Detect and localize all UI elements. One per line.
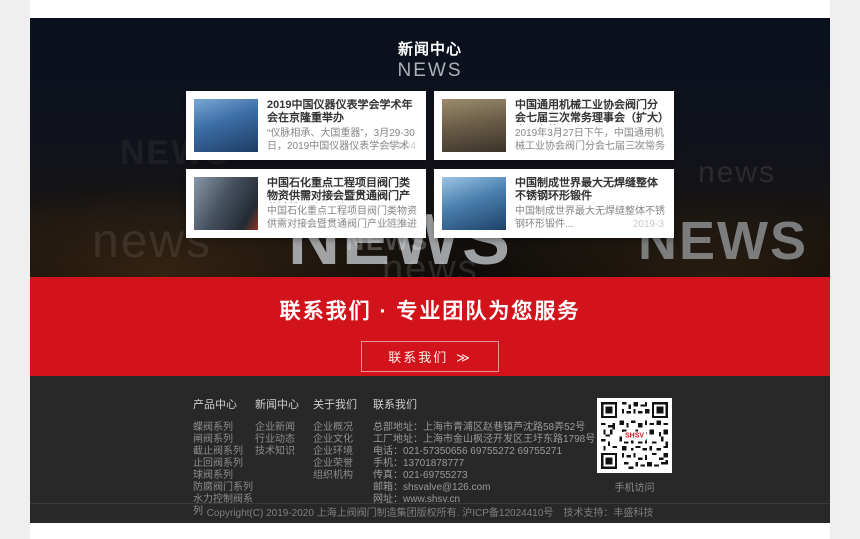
news-date: 2019-3 [385,219,416,230]
news-card-text: 2019中国仪器仪表学会学术年会在京隆重举办 “仪脉相承、大国重器”，3月29-… [267,99,418,152]
page-wrapper: news NEWS NEWS NEWS news news NEWS 新闻中心 … [30,0,830,539]
news-title: 中国通用机械工业协会阀门分会七届三次常务理事会（扩大）会议在杭州召开 [515,99,666,125]
section-header: 新闻中心 NEWS [30,18,830,82]
news-watermark: news [698,158,776,188]
news-watermark: news [382,250,479,277]
footer-column-products: 产品中心 蝶阀系列 闸阀系列 截止阀系列 止回阀系列 球阀系列 防腐阀门系列 水… [193,396,255,518]
news-date: 2019-4 [633,141,664,152]
footer-column-title: 联系我们 [373,396,595,412]
news-card-text: 中国通用机械工业协会阀门分会七届三次常务理事会（扩大）会议在杭州召开 2019年… [515,99,666,152]
news-thumbnail [194,99,258,152]
news-card-text: 中国制成世界最大无焊缝整体不锈钢环形锻件 中国制成世界最大无焊缝整体不锈钢环形锻… [515,177,666,230]
contact-line-phone: 电话：021-57350656 69755272 69755271 [373,446,595,458]
news-card[interactable]: 中国通用机械工业协会阀门分会七届三次常务理事会（扩大）会议在杭州召开 2019年… [434,91,674,160]
contact-line-fax: 传真：021-69755273 [373,470,595,482]
footer-link[interactable]: 行业动态 [255,434,313,446]
footer-link[interactable]: 企业概况 [313,422,373,434]
footer-link[interactable]: 防腐阀门系列 [193,482,255,494]
footer: 产品中心 蝶阀系列 闸阀系列 截止阀系列 止回阀系列 球阀系列 防腐阀门系列 水… [30,376,830,523]
footer-column-title: 关于我们 [313,396,373,412]
footer-columns: 产品中心 蝶阀系列 闸阀系列 截止阀系列 止回阀系列 球阀系列 防腐阀门系列 水… [30,376,830,518]
footer-link[interactable]: 技术知识 [255,446,313,458]
footer-link[interactable]: 蝶阀系列 [193,422,255,434]
footer-link[interactable]: 球阀系列 [193,470,255,482]
footer-link[interactable]: 企业新闻 [255,422,313,434]
news-date: 2019-3 [633,219,664,230]
news-card[interactable]: 中国制成世界最大无焊缝整体不锈钢环形锻件 中国制成世界最大无焊缝整体不锈钢环形锻… [434,169,674,238]
news-thumbnail [442,177,506,230]
news-card-grid: 2019中国仪器仪表学会学术年会在京隆重举办 “仪脉相承、大国重器”，3月29-… [186,91,674,238]
footer-link[interactable]: 企业文化 [313,434,373,446]
news-card[interactable]: 2019中国仪器仪表学会学术年会在京隆重举办 “仪脉相承、大国重器”，3月29-… [186,91,426,160]
footer-column-about: 关于我们 企业概况 企业文化 企业环境 企业荣誉 组织机构 [313,396,373,518]
footer-column-title: 产品中心 [193,396,255,412]
contact-cta-band: 联系我们 · 专业团队为您服务 联系我们 ≫ [30,277,830,376]
footer-link[interactable]: 止回阀系列 [193,458,255,470]
news-thumbnail [442,99,506,152]
footer-link[interactable]: 组织机构 [313,470,373,482]
qr-caption: 手机访问 [597,479,672,494]
section-subtitle: NEWS [30,60,830,82]
cta-heading: 联系我们 · 专业团队为您服务 [30,295,830,325]
contact-us-button[interactable]: 联系我们 ≫ [361,341,499,372]
news-title: 2019中国仪器仪表学会学术年会在京隆重举办 [267,99,418,125]
news-card[interactable]: 中国石化重点工程项目阀门类物资供需对接会暨贯通阀门产业链推进会顺利召开 中国石化… [186,169,426,238]
footer-column-contact: 联系我们 总部地址：上海市青浦区赵巷镇芦沈路58弄52号 工厂地址：上海市金山枫… [373,396,595,518]
qr-center-logo: SHSV [623,431,646,440]
footer-link[interactable]: 截止阀系列 [193,446,255,458]
news-thumbnail [194,177,258,230]
news-title: 中国石化重点工程项目阀门类物资供需对接会暨贯通阀门产业链推进会顺利召开 [267,177,418,203]
copyright-bar: Copyright(C) 2019-2020 上海上阀阀门制造集团版权所有. 沪… [30,503,830,523]
qr-block: SHSV 手机访问 [597,398,672,494]
news-date: 2019-4 [385,141,416,152]
contact-line-hq-address: 总部地址：上海市青浦区赵巷镇芦沈路58弄52号 [373,422,595,434]
double-chevron-right-icon: ≫ [456,350,472,365]
news-section: news NEWS NEWS NEWS news news NEWS 新闻中心 … [30,18,830,277]
footer-link[interactable]: 企业环境 [313,446,373,458]
footer-column-news: 新闻中心 企业新闻 行业动态 技术知识 [255,396,313,518]
contact-us-button-label: 联系我们 [388,350,448,365]
qr-code: SHSV [597,398,672,473]
news-title: 中国制成世界最大无焊缝整体不锈钢环形锻件 [515,177,666,203]
footer-link[interactable]: 企业荣誉 [313,458,373,470]
contact-line-factory-address: 工厂地址：上海市金山枫泾开发区王圩东路1798号 [373,434,595,446]
news-card-text: 中国石化重点工程项目阀门类物资供需对接会暨贯通阀门产业链推进会顺利召开 中国石化… [267,177,418,230]
section-title: 新闻中心 [30,38,830,59]
contact-line-email: 邮箱：shsvalve@126.com [373,482,595,494]
footer-link[interactable]: 闸阀系列 [193,434,255,446]
contact-line-mobile: 手机：13701878777 [373,458,595,470]
footer-column-title: 新闻中心 [255,396,313,412]
